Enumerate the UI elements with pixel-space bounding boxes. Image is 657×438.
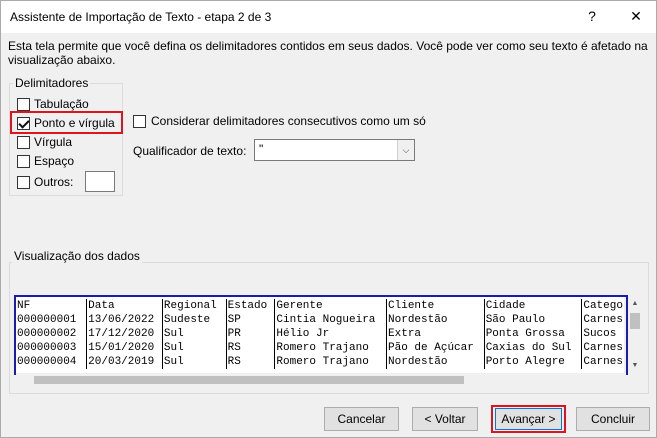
highlight-preview xyxy=(14,295,628,375)
espaco-checkbox[interactable] xyxy=(17,154,30,168)
close-button[interactable]: ✕ xyxy=(623,5,649,27)
outros-checkbox[interactable] xyxy=(17,175,30,189)
checkbox-outros[interactable]: Outros: xyxy=(17,173,73,191)
highlight-ponto-e-virgula xyxy=(10,111,123,134)
preview-legend: Visualização dos dados xyxy=(12,249,142,263)
scroll-up-icon[interactable]: ▲ xyxy=(627,297,643,311)
finish-button[interactable]: Concluir xyxy=(576,407,650,431)
tabulacao-checkbox[interactable] xyxy=(17,97,30,111)
espaco-label: Espaço xyxy=(34,154,75,168)
tabulacao-label: Tabulação xyxy=(34,97,89,111)
checkbox-consecutive[interactable]: Considerar delimitadores consecutivos co… xyxy=(133,112,426,130)
delimiters-legend: Delimitadores xyxy=(13,76,91,90)
checkbox-espaco[interactable]: Espaço xyxy=(17,152,74,170)
title-bar: Assistente de Importação de Texto - etap… xyxy=(1,1,656,33)
highlight-next xyxy=(491,405,566,433)
import-wizard-window: Assistente de Importação de Texto - etap… xyxy=(0,0,657,438)
help-button[interactable]: ? xyxy=(579,5,605,27)
instructions-text: Esta tela permite que você defina os del… xyxy=(8,39,648,67)
checkbox-virgula[interactable]: Vírgula xyxy=(17,133,72,151)
consecutive-checkbox[interactable] xyxy=(133,114,146,128)
back-button[interactable]: < Voltar xyxy=(412,407,478,431)
scroll-thumb[interactable] xyxy=(34,376,464,384)
outros-label: Outros: xyxy=(34,175,74,189)
qualifier-label: Qualificador de texto: xyxy=(133,144,247,158)
virgula-label: Vírgula xyxy=(34,135,73,149)
preview-horizontal-scrollbar[interactable] xyxy=(16,373,626,387)
qualifier-value: " xyxy=(259,142,264,156)
window-title: Assistente de Importação de Texto - etap… xyxy=(10,10,272,24)
qualifier-select[interactable]: " ⌵ xyxy=(254,139,415,161)
preview-vertical-scrollbar[interactable]: ▲ ▼ xyxy=(626,297,642,373)
scroll-thumb[interactable] xyxy=(630,313,640,329)
virgula-checkbox[interactable] xyxy=(17,135,30,149)
outros-input[interactable] xyxy=(85,171,115,192)
consecutive-label: Considerar delimitadores consecutivos co… xyxy=(151,114,426,128)
cancel-button[interactable]: Cancelar xyxy=(324,407,399,431)
scroll-down-icon[interactable]: ▼ xyxy=(627,359,643,373)
chevron-down-icon[interactable]: ⌵ xyxy=(397,140,414,160)
